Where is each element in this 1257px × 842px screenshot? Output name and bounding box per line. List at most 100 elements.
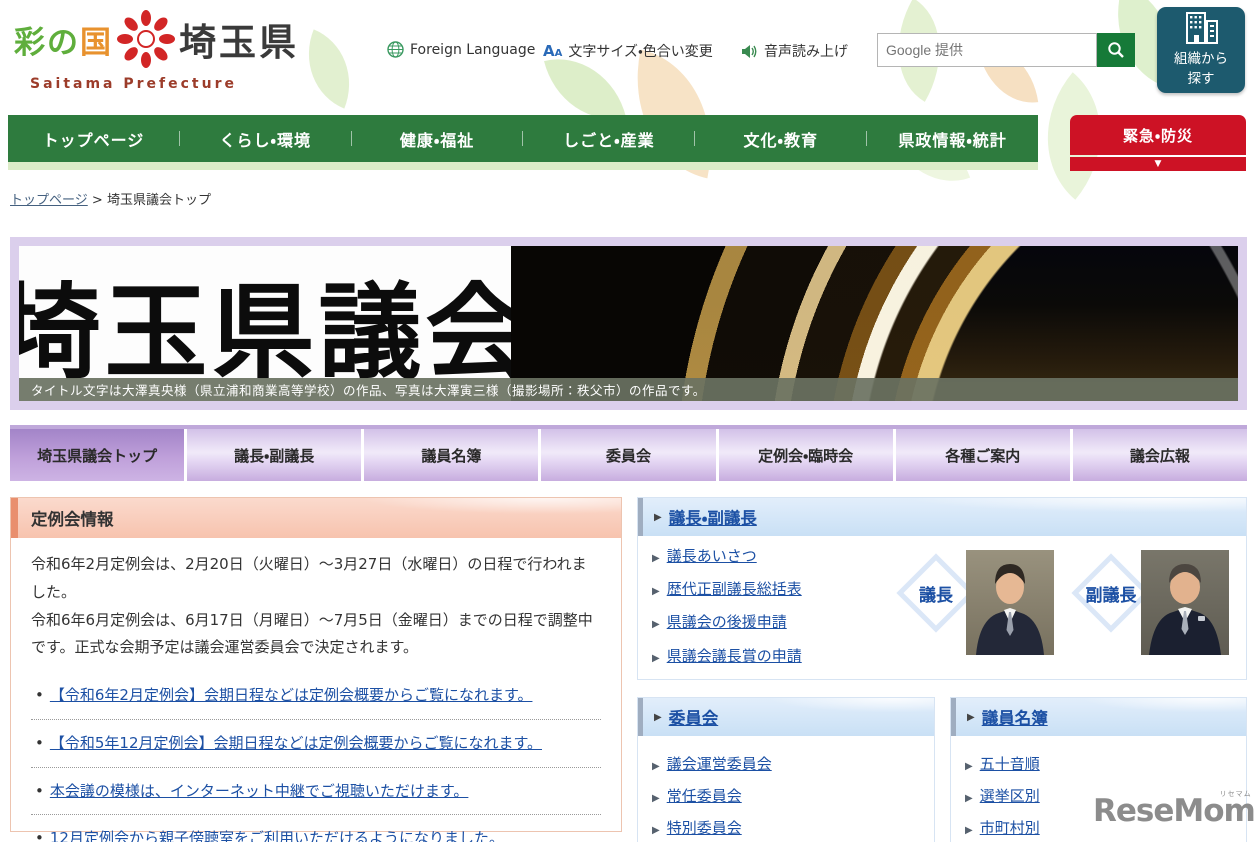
logo-pref-english: Saitama Prefecture [30, 76, 237, 92]
chevron-down-icon: ▼ [1070, 157, 1246, 171]
roster-kana-link[interactable]: 五十音順 [980, 755, 1040, 773]
leaf-decoration [290, 29, 368, 109]
header-shine [361, 498, 621, 514]
support-application-link[interactable]: 県議会の後援申請 [667, 613, 787, 631]
emergency-button[interactable]: 緊急・防災 ▼ [1070, 115, 1246, 171]
vice-chair-photo [1141, 550, 1229, 655]
regular-session-panel: 定例会情報 令和6年2月定例会は、2月20日（火曜日）～3月27日（水曜日）の日… [10, 497, 622, 842]
roster-municipality-link[interactable]: 市町村別 [980, 819, 1040, 837]
emergency-label: 緊急・防災 [1070, 115, 1246, 155]
search-button[interactable] [1097, 33, 1135, 67]
arrow-right-icon: ▶ [965, 825, 973, 836]
list-item: ▶ 特別委員会 [652, 817, 742, 838]
bullet-icon: • [35, 686, 44, 704]
header-shine [771, 698, 934, 712]
search-icon [1108, 42, 1124, 58]
arrow-right-icon: ▶ [652, 586, 660, 597]
session-link-family-room[interactable]: 12月定例会から親子傍聴室をご利用いただけるようになりました。 [50, 829, 504, 842]
list-item: ▶ 歴代正副議長総括表 [652, 578, 802, 599]
logo-sai-no-kuni: 彩の国 [14, 24, 113, 61]
vice-chair-label-diamond: 副議長 [1071, 553, 1151, 633]
nav-item-kenko[interactable]: 健康・福祉 [352, 127, 523, 151]
breadcrumb-separator-glyph: > [91, 193, 103, 208]
search-box [877, 33, 1097, 67]
nav-item-shigoto[interactable]: しごと・産業 [523, 127, 694, 151]
arrow-right-icon: ▶ [965, 793, 973, 804]
page-root: 彩の国 埼玉県 Saitama Prefecture Foreign Langu… [0, 0, 1257, 842]
session-paragraph: 令和6年2月定例会は、2月20日（火曜日）～3月27日（水曜日）の日程で行われま… [31, 555, 587, 601]
session-link-list: • 【令和6年2月定例会】会期日程などは定例会概要からご覧になれます。 • 【令和5… [31, 672, 601, 842]
chair-label-diamond: 議長 [896, 553, 976, 633]
chair-panel: ▶ 議長・副議長 ▶ 議長あいさつ ▶ 歴代正副議長総括表 ▶ 県議会の後援申請 ▶ 県… [637, 497, 1247, 680]
standing-committee-link[interactable]: 常任委員会 [667, 787, 742, 805]
tab-member-roster[interactable]: 議員名簿 [364, 429, 539, 481]
header-shine [1083, 698, 1246, 712]
building-icon [1186, 11, 1218, 44]
special-committee-link[interactable]: 特別委員会 [667, 819, 742, 837]
site-logo[interactable]: 彩の国 埼玉県 [14, 10, 299, 68]
tab-committees[interactable]: 委員会 [541, 429, 716, 481]
roster-panel-title-link[interactable]: 議員名簿 [982, 705, 1048, 729]
tab-pr[interactable]: 議会広報 [1072, 429, 1247, 481]
global-nav: トップページ くらし・環境 健康・福祉 しごと・産業 文化・教育 県政情報・統計 [8, 115, 1038, 162]
speaker-icon [742, 44, 757, 58]
font-size-label: 文字サイズ・色合い変更 [568, 44, 713, 60]
arrow-right-icon: ▶ [652, 619, 660, 630]
roster-district-link[interactable]: 選挙区別 [980, 787, 1040, 805]
list-item: ▶ 議会運営委員会 [652, 753, 772, 774]
session-link-stream[interactable]: 本会議の模様は、インターネット中継でご視聴いただけます。 [50, 782, 469, 800]
speech-link[interactable]: 音声読み上げ [741, 41, 848, 61]
banner-caption: タイトル文字は大澤真央様（県立浦和商業高等学校）の作品、写真は大澤寅三様（撮影場… [19, 378, 1238, 401]
arrow-right-icon: ▶ [965, 761, 973, 772]
session-link-dec[interactable]: 【令和5年12月定例会】会期日程などは定例会概要からご覧になれます。 [50, 734, 542, 752]
committee-panel-title-link[interactable]: 委員会 [669, 705, 719, 729]
arrow-right-icon: ▶ [654, 711, 662, 723]
arrow-right-icon: ▶ [652, 553, 660, 564]
watermark-ruby: リセマム [1219, 790, 1252, 798]
vice-chair-label: 副議長 [1085, 585, 1137, 606]
search-input[interactable] [877, 33, 1097, 67]
font-size-link[interactable]: AA 文字サイズ・色合い変更 [543, 41, 713, 61]
bullet-icon: • [35, 781, 44, 800]
steering-committee-link[interactable]: 議会運営委員会 [667, 755, 772, 773]
foreign-language-link[interactable]: Foreign Language [387, 41, 535, 58]
nav-item-bunka[interactable]: 文化・教育 [695, 127, 866, 151]
list-item: • 12月定例会から親子傍聴室をご利用いただけるようになりました。 [31, 815, 601, 842]
list-item: • 【令和6年2月定例会】会期日程などは定例会概要からご覧になれます。 [31, 672, 601, 720]
list-item: ▶ 県議会の後援申請 [652, 611, 787, 632]
assembly-banner: 埼玉県議会 タイトル文字は大澤真央様（県立浦和商業高等学校）の作品、写真は大澤寅… [10, 237, 1247, 410]
bullet-icon: • [35, 829, 44, 842]
list-item: ▶ 常任委員会 [652, 785, 742, 806]
arrow-right-icon: ▶ [652, 653, 660, 664]
chair-history-link[interactable]: 歴代正副議長総括表 [667, 580, 802, 598]
tab-guides[interactable]: 各種ご案内 [895, 429, 1070, 481]
session-link-feb[interactable]: 【令和6年2月定例会】会期日程などは定例会概要からご覧になれます。 [50, 686, 533, 704]
breadcrumb: トップページ > 埼玉県議会トップ [10, 189, 211, 208]
list-item: ▶ 市町村別 [965, 817, 1040, 838]
list-item: ▶ 選挙区別 [965, 785, 1040, 806]
foreign-language-label: Foreign Language [410, 41, 536, 58]
list-item: • 【令和5年12月定例会】会期日程などは定例会概要からご覧になれます。 [31, 720, 601, 768]
tab-chair-vicechair[interactable]: 議長・副議長 [187, 429, 362, 481]
list-item: • 本会議の模様は、インターネット中継でご視聴いただけます。 [31, 768, 601, 816]
chair-award-link[interactable]: 県議会議長賞の申請 [667, 647, 802, 665]
chair-label: 議長 [919, 585, 953, 606]
list-item: ▶ 五十音順 [965, 753, 1040, 774]
speech-label: 音声読み上げ [764, 44, 848, 60]
breadcrumb-home-link[interactable]: トップページ [10, 193, 88, 208]
tab-sessions[interactable]: 定例会・臨時会 [718, 429, 893, 481]
nav-accent-strip [8, 162, 1038, 170]
tab-assembly-top[interactable]: 埼玉県議会トップ [10, 429, 185, 481]
org-search-button[interactable]: 組織から探す [1157, 7, 1245, 93]
header-shine [911, 498, 1246, 512]
list-item: ▶ 県議会議長賞の申請 [652, 645, 802, 666]
resemom-watermark: リセマム ReseMom. [1093, 790, 1257, 829]
chair-greeting-link[interactable]: 議長あいさつ [667, 547, 757, 565]
regular-session-title: 定例会情報 [31, 510, 114, 529]
nav-item-kensei[interactable]: 県政情報・統計 [867, 127, 1038, 151]
chair-panel-title-link[interactable]: 議長・副議長 [669, 505, 757, 529]
nav-item-kurashi[interactable]: くらし・環境 [180, 127, 351, 151]
assembly-tab-nav: 埼玉県議会トップ 議長・副議長 議員名簿 委員会 定例会・臨時会 各種ご案内 議… [10, 425, 1247, 481]
nav-item-top[interactable]: トップページ [8, 127, 179, 151]
chair-photo [966, 550, 1054, 655]
